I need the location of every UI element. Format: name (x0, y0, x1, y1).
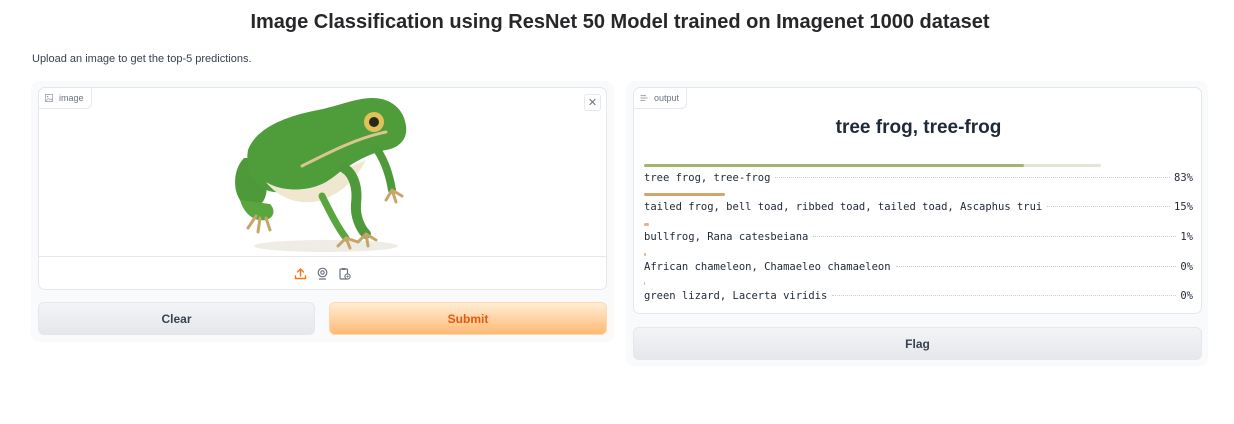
prediction-label: African chameleon, Chamaeleo chamaeleon (644, 261, 891, 273)
close-icon: ✕ (587, 97, 598, 109)
input-panel: image ✕ Clear Submit (31, 81, 614, 342)
page-description: Upload an image to get the top-5 predict… (32, 53, 252, 65)
confidence-bar (644, 253, 646, 256)
confidence-bar (644, 223, 649, 226)
prediction-label: green lizard, Lacerta viridis (644, 290, 828, 302)
prediction-percent: 0% (1180, 290, 1193, 302)
confidence-bar (644, 282, 645, 285)
prediction-percent: 15% (1174, 201, 1193, 213)
top-prediction: tree frog, tree-frog (835, 117, 1002, 138)
image-block-label: image (39, 88, 92, 109)
prediction-label: tree frog, tree-frog (644, 172, 771, 184)
prediction-row: green lizard, Lacerta viridis 0% (644, 282, 1193, 302)
prediction-label: bullfrog, Rana catesbeiana (644, 231, 809, 243)
webcam-icon[interactable] (316, 267, 329, 280)
clear-button[interactable]: Clear (38, 302, 315, 335)
prediction-row: tree frog, tree-frog 83% (644, 164, 1193, 184)
prediction-row: tailed frog, bell toad, ribbed toad, tai… (644, 193, 1193, 213)
upload-icon[interactable] (294, 267, 307, 280)
output-block-label: output (634, 88, 688, 109)
prediction-row: African chameleon, Chamaeleo chamaeleon … (644, 253, 1193, 273)
image-input[interactable]: image ✕ (38, 87, 607, 290)
image-icon (45, 94, 53, 102)
prediction-percent: 83% (1174, 172, 1193, 184)
output-panel: output tree frog, tree-frog tree frog, t… (626, 81, 1208, 366)
output-label-text: output (654, 93, 680, 103)
uploaded-image (226, 88, 419, 256)
prediction-percent: 0% (1180, 261, 1193, 273)
image-source-toolbar (39, 256, 606, 289)
prediction-label: tailed frog, bell toad, ribbed toad, tai… (644, 201, 1043, 213)
prediction-percent: 1% (1180, 231, 1193, 243)
confidence-bar (644, 193, 725, 196)
image-label-text: image (59, 93, 84, 103)
output-label-block: output tree frog, tree-frog tree frog, t… (633, 87, 1202, 314)
prediction-row: bullfrog, Rana catesbeiana 1% (644, 223, 1193, 243)
label-icon (640, 95, 648, 101)
page-title: Image Classification using ResNet 50 Mod… (250, 11, 990, 33)
clipboard-icon[interactable] (338, 267, 351, 280)
flag-button[interactable]: Flag (633, 327, 1202, 360)
confidence-bar (644, 164, 1024, 167)
clear-image-button[interactable]: ✕ (584, 94, 601, 111)
submit-button[interactable]: Submit (329, 302, 607, 335)
